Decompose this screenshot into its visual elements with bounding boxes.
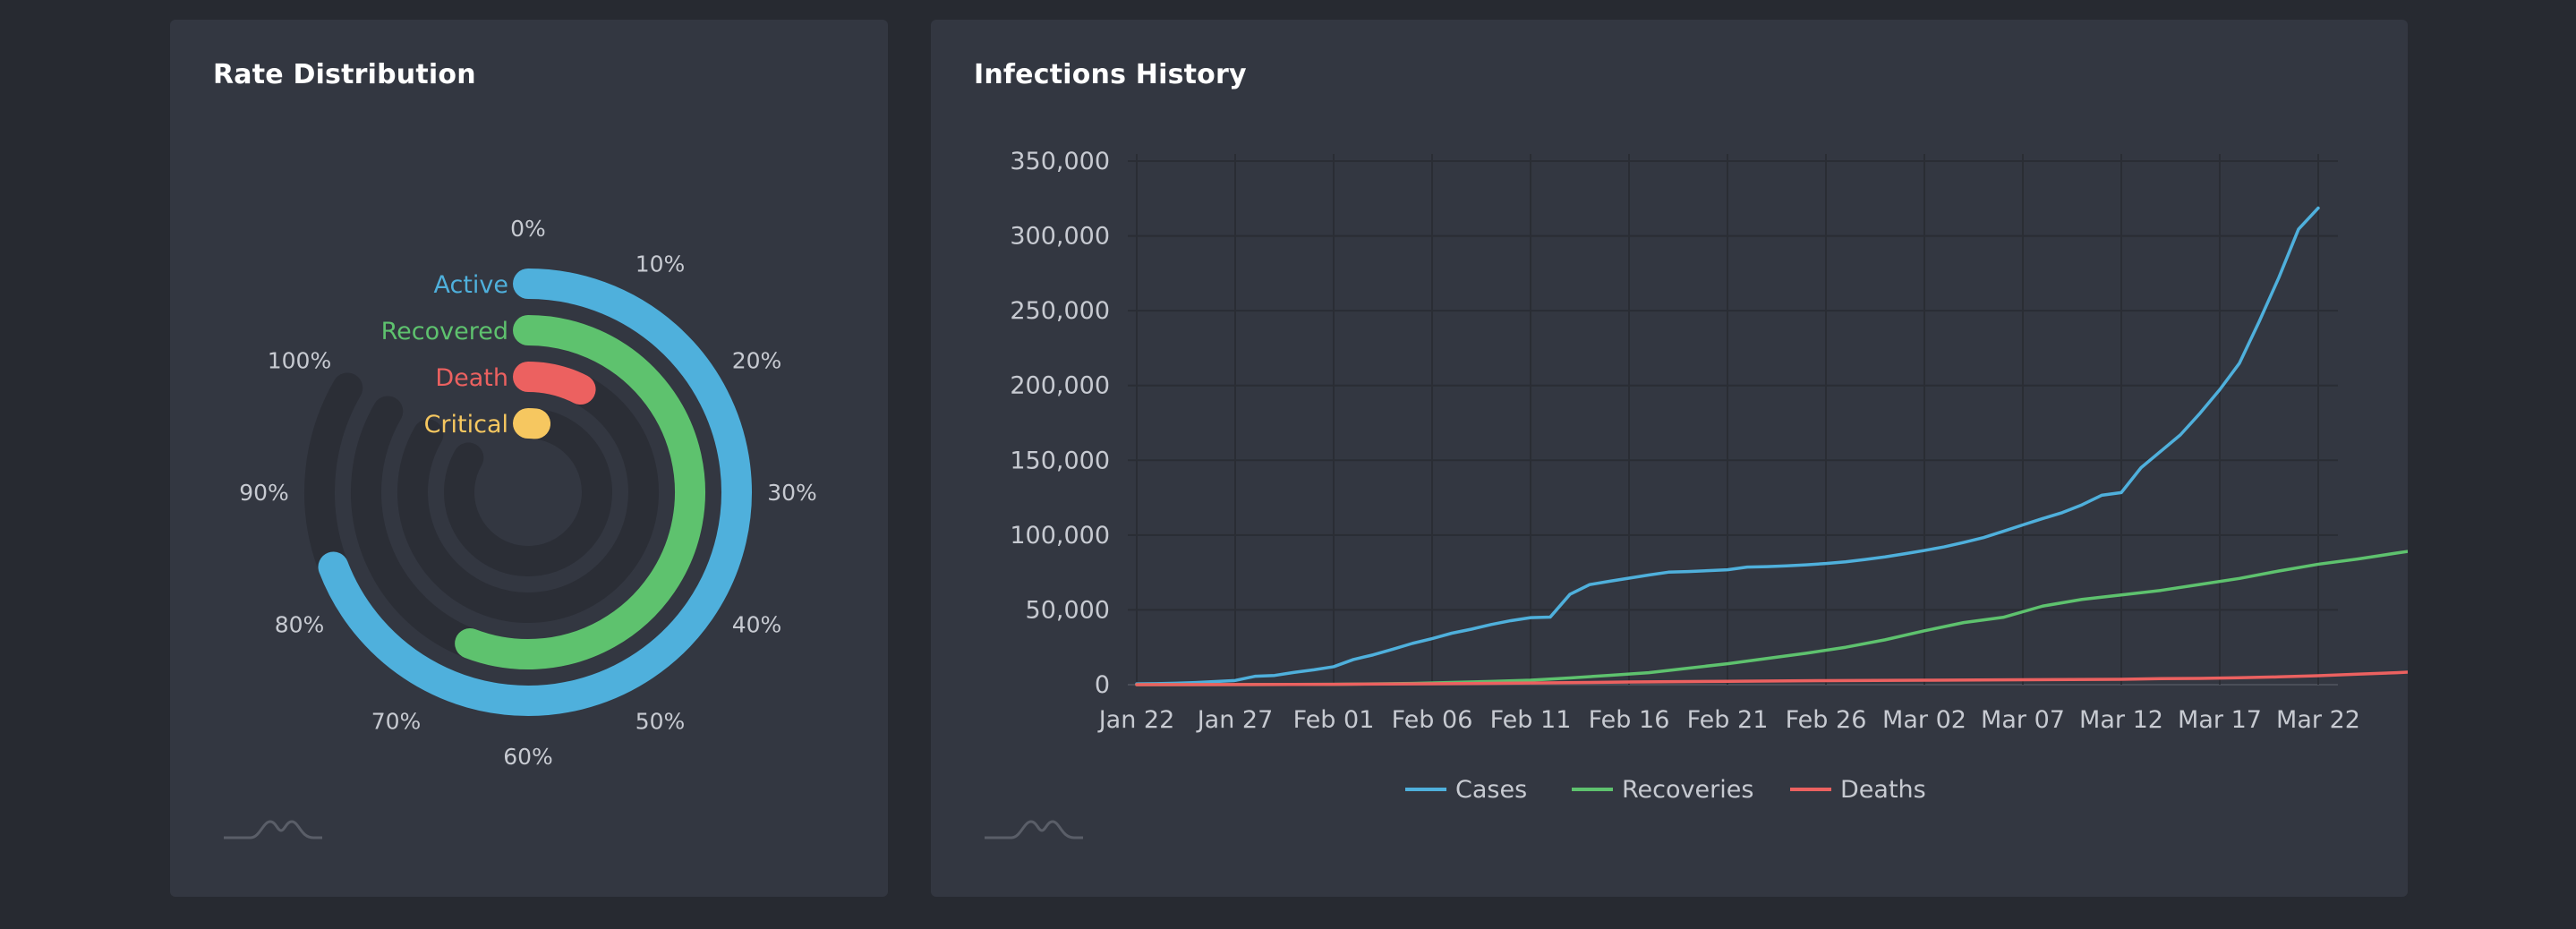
x-tick-label: Feb 16 — [1589, 706, 1670, 734]
legend-item-cases: Cases — [1405, 776, 1527, 804]
y-tick-label: 150,000 — [1010, 447, 1110, 474]
angle-tick-label: 10% — [635, 251, 686, 277]
infections-history-card: Infections History 0 50,000 100,000 150,000… — [931, 20, 2408, 897]
x-tick-label: Feb 01 — [1293, 706, 1375, 734]
legend-item-deaths: Deaths — [1790, 776, 1926, 804]
x-tick-label: Feb 26 — [1786, 706, 1867, 734]
angle-tick-label: 80% — [275, 612, 325, 638]
x-tick-label: Mar 02 — [1882, 706, 1966, 734]
legend-label: Cases — [1455, 776, 1527, 804]
series-line-recoveries — [1135, 550, 2408, 686]
radial-track-3 — [444, 408, 612, 576]
x-tick-label: Mar 07 — [1981, 706, 2065, 734]
x-tick-label: Jan 27 — [1196, 706, 1274, 734]
x-tick-label: Mar 22 — [2276, 706, 2360, 734]
series-line-deaths — [1135, 670, 2408, 686]
x-tick-label: Feb 11 — [1490, 706, 1572, 734]
y-tick-label: 50,000 — [1026, 596, 1110, 624]
angle-tick-label: 100% — [268, 348, 331, 374]
x-tick-label: Mar 17 — [2178, 706, 2262, 734]
y-tick-label: 200,000 — [1010, 372, 1110, 400]
angle-tick-label: 70% — [371, 709, 422, 735]
chart-logo-icon — [985, 820, 1083, 840]
x-tick-label: Jan 22 — [1097, 706, 1175, 734]
x-tick-label: Feb 21 — [1687, 706, 1769, 734]
legend-label: Recoveries — [1622, 776, 1753, 804]
y-tick-label: 100,000 — [1010, 522, 1110, 550]
y-tick-label: 350,000 — [1010, 148, 1110, 175]
line-chart: 0 50,000 100,000 150,000 200,000 250,000 300,0… — [1010, 148, 2408, 804]
series-label: Recovered — [381, 318, 508, 345]
x-tick-label: Feb 06 — [1392, 706, 1473, 734]
legend-item-recoveries: Recoveries — [1572, 776, 1753, 804]
angle-tick-label: 40% — [732, 612, 782, 638]
angle-tick-label: 90% — [239, 480, 289, 506]
radial-bar-chart: Active Recovered Death Critical 0% 10% 20% 30% 4… — [239, 216, 817, 770]
angle-tick-label: 30% — [767, 480, 817, 506]
angle-tick-label: 50% — [635, 709, 686, 735]
series-label: Critical — [424, 411, 508, 439]
series-label: Death — [435, 364, 508, 392]
angle-tick-label: 20% — [732, 348, 782, 374]
rate-distribution-card: Rate Distribution Active Recovered Death Cr… — [170, 20, 888, 897]
y-tick-label: 250,000 — [1010, 297, 1110, 325]
series-label: Active — [433, 271, 508, 299]
chart-logo-icon — [224, 820, 322, 840]
y-tick-label: 0 — [1095, 671, 1110, 699]
angle-tick-label: 60% — [503, 744, 553, 770]
x-tick-label: Mar 12 — [2079, 706, 2163, 734]
radial-bar-death — [513, 362, 596, 405]
y-tick-label: 300,000 — [1010, 223, 1110, 251]
legend-label: Deaths — [1840, 776, 1926, 804]
angle-tick-label: 0% — [510, 216, 546, 242]
